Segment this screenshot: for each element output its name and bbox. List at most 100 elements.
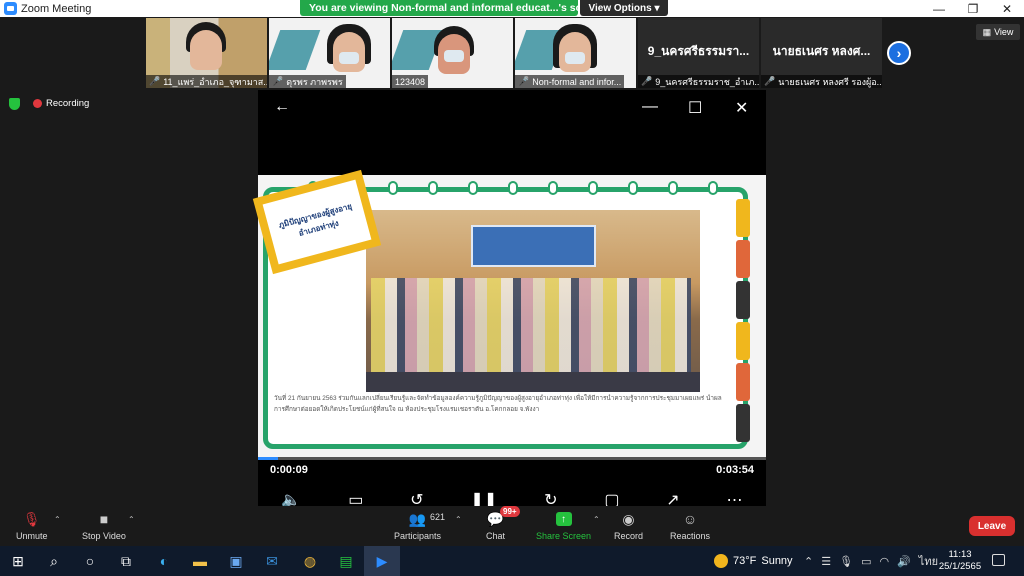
participant-name: 🎤 นายธเนศร หลงศรี รองผู้อ... [761, 75, 882, 88]
participant-tile[interactable]: นายธเนศร หลงศ... 🎤 นายธเนศร หลงศรี รองผู้… [761, 18, 882, 88]
close-button[interactable]: ✕ [990, 0, 1024, 17]
back-arrow-icon[interactable]: ← [274, 98, 290, 116]
share-screen-icon: ↑ [555, 512, 572, 526]
clock[interactable]: 11:13 25/1/2565 [936, 549, 984, 573]
cortana-icon[interactable]: ○ [72, 546, 108, 576]
share-caret-icon[interactable]: ⌃ [593, 515, 600, 524]
stop-video-button[interactable]: ■ Stop Video [82, 510, 126, 541]
face-mask [339, 52, 359, 64]
system-tray: ⌃ ☰ 🎙 ▭ ◠ 🔊 ไทย [804, 546, 938, 576]
sun-icon [714, 554, 728, 568]
binder-rings [308, 181, 718, 195]
minimize-button[interactable]: — [922, 0, 956, 17]
participant-name: 🎤 ดุรพร ภาพรพร [269, 75, 346, 88]
viewing-banner: You are viewing Non-formal and informal … [300, 0, 604, 16]
mic-muted-icon: 🎙 [22, 510, 41, 527]
search-icon[interactable]: ⌕ [36, 546, 72, 576]
participants-caret-icon[interactable]: ⌃ [455, 515, 462, 524]
player-minimize-button[interactable]: — [642, 98, 658, 116]
progress-fill [258, 457, 279, 460]
participant-strip: 🎤 11_แพร่_อำเภอ_จุฑามาส... 🎤 ดุรพร ภาพรพร … [146, 18, 882, 88]
zoom-taskbar-icon[interactable]: ▶ [364, 546, 400, 576]
store-icon[interactable]: ▣ [218, 546, 254, 576]
zoom-logo-icon [4, 2, 17, 15]
maximize-button[interactable]: ❐ [956, 0, 990, 17]
participant-tile-active-speaker[interactable]: 123408 [392, 18, 513, 88]
record-dot-icon [33, 99, 42, 108]
ring [628, 181, 638, 195]
ring [468, 181, 478, 195]
mic-muted-icon: 🎤 [764, 76, 776, 86]
playback-progress-bar[interactable] [258, 457, 766, 460]
shared-screen: ← — ☐ ✕ ภูมิปัญญาของผู้สูงอายุ อำเภอท่าท… [252, 90, 766, 509]
record-icon: ◉ [622, 510, 635, 527]
face-mask [444, 50, 464, 62]
ring [708, 181, 718, 195]
tab-yellow [736, 322, 750, 360]
tab-dark [736, 281, 750, 319]
participant-name-text: Non-formal and infor... [532, 76, 622, 87]
recording-indicator[interactable]: Recording [33, 98, 89, 109]
clock-time: 11:13 [948, 549, 972, 560]
participant-name-text: 123408 [395, 76, 426, 87]
leave-button[interactable]: Leave [969, 516, 1015, 536]
reactions-button[interactable]: ☺ Reactions [670, 510, 710, 541]
encryption-shield-icon[interactable] [9, 98, 20, 110]
windows-taskbar: ⊞ ⌕ ○ ⧉ ◐ ▬ ▣ ✉ ◍ ▤ ▶ 73°F Sunny ⌃ ☰ 🎙 ▭… [0, 546, 1024, 576]
player-maximize-button[interactable]: ☐ [688, 98, 702, 118]
participant-big-name: นายธเนศร หลงศ... [772, 44, 871, 58]
participant-tile[interactable]: 9_นครศรีธรรมรา... 🎤 9_นครศรีธรรมราช_อำเภ.… [638, 18, 759, 88]
file-explorer-icon[interactable]: ▬ [182, 546, 218, 576]
view-options-button[interactable]: View Options ▾ [580, 0, 668, 16]
windows-start-icon[interactable]: ⊞ [0, 546, 36, 576]
volume-icon[interactable]: 🔊 [897, 555, 911, 568]
chrome-icon[interactable]: ◍ [292, 546, 328, 576]
participant-name-text: 9_นครศรีธรรมราช_อำเภ... [655, 76, 759, 87]
mail-icon[interactable]: ✉ [254, 546, 290, 576]
line-app-icon[interactable]: ▤ [328, 546, 364, 576]
stage-banner [471, 225, 596, 267]
notification-icon[interactable] [992, 554, 1005, 566]
participant-name: 🎤 9_นครศรีธรรมราช_อำเภ... [638, 75, 759, 88]
view-button[interactable]: ▦ View [976, 24, 1020, 40]
weather-widget[interactable]: 73°F Sunny [714, 546, 793, 576]
participant-big-name: 9_นครศรีธรรมรา... [647, 44, 750, 58]
participant-tile[interactable]: 🎤 Non-formal and infor... [515, 18, 636, 88]
wifi-icon[interactable]: ◠ [879, 555, 889, 568]
zoom-window: Zoom Meeting — ❐ ✕ You are viewing Non-f… [0, 0, 1024, 546]
player-close-button[interactable]: ✕ [735, 98, 748, 118]
stop-video-label: Stop Video [82, 531, 126, 541]
network-icon[interactable]: ☰ [821, 555, 831, 568]
edge-browser-icon[interactable]: ◐ [146, 546, 182, 576]
mic-muted-icon: 🎤 [518, 76, 530, 86]
clock-date: 25/1/2565 [938, 561, 982, 572]
battery-icon[interactable]: ▭ [861, 555, 871, 568]
video-options-caret-icon[interactable]: ⌃ [128, 515, 135, 524]
group-photo [366, 210, 700, 392]
participants-icon: 👥 [408, 510, 427, 527]
tab-orange [736, 240, 750, 278]
participant-tile[interactable]: 🎤 11_แพร่_อำเภอ_จุฑามาส... [146, 18, 267, 88]
chevron-up-icon[interactable]: ⌃ [804, 555, 813, 568]
elapsed-time: 0:00:09 [270, 464, 308, 476]
participants-count: 621 [430, 512, 446, 522]
audio-options-caret-icon[interactable]: ⌃ [54, 515, 61, 524]
next-page-button[interactable]: › [887, 41, 911, 65]
slide-caption: วันที่ 21 กันยายน 2563 ร่วมกันแลกเปลี่ยน… [274, 395, 722, 413]
record-button[interactable]: ◉ Record [614, 510, 643, 542]
recording-label: Recording [46, 98, 90, 109]
participant-tile[interactable]: 🎤 ดุรพร ภาพรพร [269, 18, 390, 88]
unmute-button[interactable]: 🎙 Unmute [16, 510, 48, 542]
tab-yellow [736, 199, 750, 237]
ring [428, 181, 438, 195]
crowd [371, 278, 691, 383]
temperature: 73°F [733, 555, 757, 567]
unmute-label: Unmute [16, 531, 48, 541]
ring [588, 181, 598, 195]
task-view-icon[interactable]: ⧉ [108, 546, 144, 576]
total-duration: 0:03:54 [716, 464, 754, 476]
face-mask [565, 52, 585, 64]
mic-icon[interactable]: 🎙 [839, 555, 853, 568]
participant-name: 🎤 Non-formal and infor... [515, 75, 625, 88]
share-screen-button[interactable]: ↑ Share Screen [536, 510, 591, 541]
